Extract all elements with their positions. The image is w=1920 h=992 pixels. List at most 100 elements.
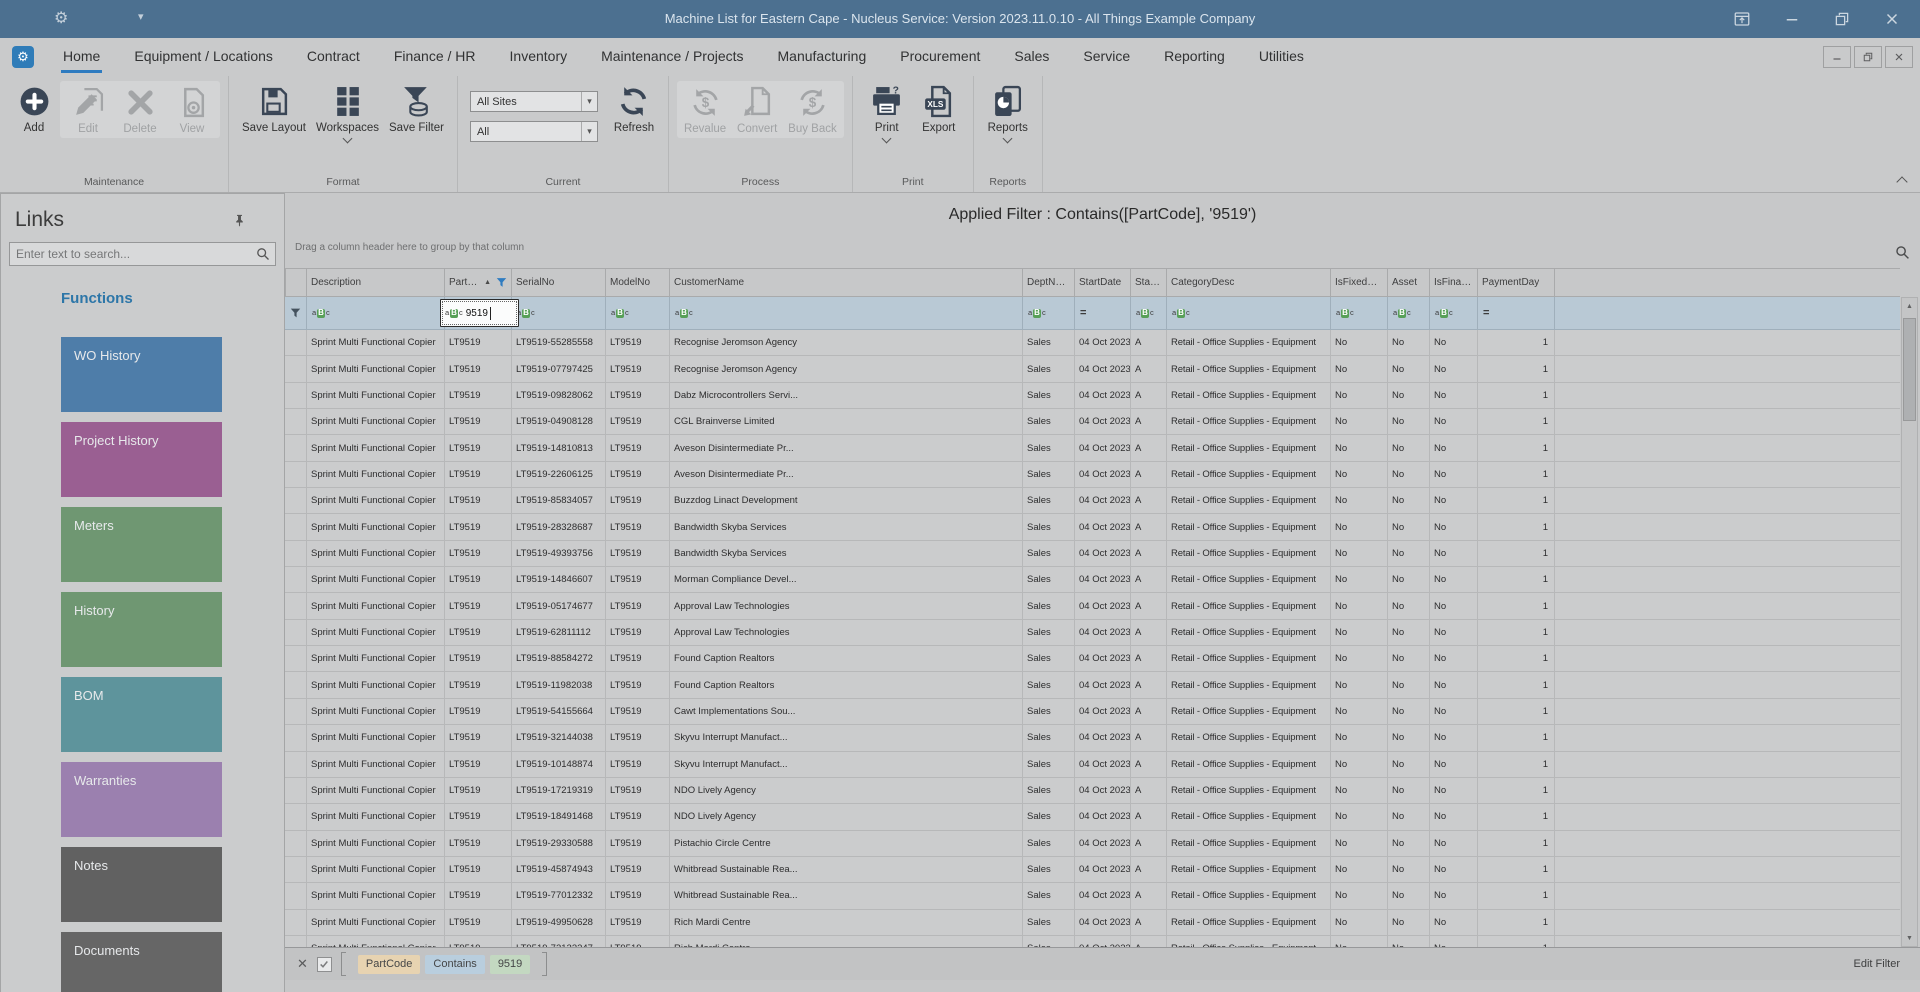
sidebar-link-bom[interactable]: BOM — [61, 677, 222, 752]
pin-icon[interactable] — [233, 214, 246, 232]
mdi-minimize-button[interactable] — [1823, 46, 1851, 68]
column-header-dept[interactable]: DeptName — [1023, 268, 1075, 297]
grid-row[interactable]: Sprint Multi Functional CopierLT9519LT95… — [285, 777, 1900, 805]
grid-row[interactable]: Sprint Multi Functional CopierLT9519LT95… — [285, 540, 1900, 568]
ribbon-button-convert[interactable]: Convert — [731, 82, 783, 137]
column-header-serial[interactable]: SerialNo — [512, 268, 606, 297]
grid-row[interactable]: Sprint Multi Functional CopierLT9519LT95… — [285, 435, 1900, 462]
grid-row[interactable]: Sprint Multi Functional CopierLT9519LT95… — [285, 804, 1900, 831]
sidebar-link-notes[interactable]: Notes — [61, 847, 222, 922]
tab-service[interactable]: Service — [1066, 38, 1147, 76]
filter-chip-9519[interactable]: 9519 — [489, 954, 531, 974]
ribbon-button-revalue[interactable]: $ Revalue — [679, 82, 731, 137]
restore-button[interactable] — [1832, 9, 1852, 29]
ribbon-button-edit[interactable]: Edit — [62, 82, 114, 137]
ribbon-button-save-filter[interactable]: Save Filter — [384, 81, 449, 136]
tab-maintenance-projects[interactable]: Maintenance / Projects — [584, 38, 760, 76]
column-header-model-no[interactable]: ModelNo — [606, 268, 670, 297]
grid-row[interactable]: Sprint Multi Functional CopierLT9519LT95… — [285, 935, 1900, 947]
filter-chip-partcode[interactable]: PartCode — [357, 954, 421, 974]
tab-inventory[interactable]: Inventory — [493, 38, 585, 76]
close-filter-icon[interactable]: ✕ — [297, 956, 308, 972]
grid-row[interactable]: Sprint Multi Functional CopierLT9519LT95… — [285, 461, 1900, 489]
filter-cell-category[interactable]: aBc — [1167, 297, 1331, 330]
filter-cell-serial[interactable]: aBc — [512, 297, 606, 330]
grid-row[interactable]: Sprint Multi Functional CopierLT9519LT95… — [285, 672, 1900, 699]
grid-row[interactable]: Sprint Multi Functional CopierLT9519LT95… — [285, 725, 1900, 752]
ribbon-button-reports[interactable]: Reports — [982, 81, 1034, 144]
dropdown-all[interactable]: All ▾ — [469, 121, 598, 142]
column-header-category[interactable]: CategoryDesc — [1167, 268, 1331, 297]
tab-reporting[interactable]: Reporting — [1147, 38, 1242, 76]
tab-contract[interactable]: Contract — [290, 38, 377, 76]
grid-row[interactable]: Sprint Multi Functional CopierLT9519LT95… — [285, 883, 1900, 910]
column-header-asset[interactable]: Asset — [1388, 268, 1430, 297]
ribbon-button-delete[interactable]: Delete — [114, 82, 166, 137]
collapse-ribbon-icon[interactable] — [1896, 176, 1908, 188]
scrollbar-thumb[interactable] — [1903, 318, 1916, 421]
tab-finance-hr[interactable]: Finance / HR — [377, 38, 493, 76]
search-icon[interactable] — [251, 247, 275, 261]
filter-cell-part-code[interactable]: aBc — [440, 297, 519, 330]
grid-row[interactable]: Sprint Multi Functional CopierLT9519LT95… — [285, 382, 1900, 410]
filter-cell-is-fixed-asset[interactable]: aBc — [1331, 297, 1388, 330]
filter-cell-status[interactable]: aBc — [1131, 297, 1167, 330]
filter-cell-asset[interactable]: aBc — [1388, 297, 1430, 330]
scroll-down-icon[interactable]: ▼ — [1902, 930, 1917, 946]
grid-row[interactable]: Sprint Multi Functional CopierLT9519LT95… — [285, 593, 1900, 620]
close-button[interactable] — [1882, 9, 1902, 29]
minimize-button[interactable] — [1782, 9, 1802, 29]
grid-row[interactable]: Sprint Multi Functional CopierLT9519LT95… — [285, 356, 1900, 383]
sidebar-link-history[interactable]: History — [61, 592, 222, 667]
ribbon-button-print[interactable]: ? Print — [861, 81, 913, 144]
sidebar-link-wo-history[interactable]: WO History — [61, 337, 222, 412]
grid-row[interactable]: Sprint Multi Functional CopierLT9519LT95… — [285, 830, 1900, 857]
vertical-scrollbar[interactable]: ▲ ▼ — [1901, 297, 1918, 947]
column-header-start-date[interactable]: StartDate — [1075, 268, 1131, 297]
filter-cell-customer[interactable]: aBc — [670, 297, 1023, 330]
ribbon-button-view[interactable]: View — [166, 82, 218, 137]
mdi-close-button[interactable] — [1885, 46, 1913, 68]
sidebar-link-meters[interactable]: Meters — [61, 507, 222, 582]
grid-row[interactable]: Sprint Multi Functional CopierLT9519LT95… — [285, 409, 1900, 436]
tab-sales[interactable]: Sales — [997, 38, 1066, 76]
column-header-part-code[interactable]: PartCo...▲ — [445, 268, 512, 297]
grid-row[interactable]: Sprint Multi Functional CopierLT9519LT95… — [285, 856, 1900, 884]
column-header-status[interactable]: Status — [1131, 268, 1167, 297]
column-header-is-fixed-asset[interactable]: IsFixedAsset — [1331, 268, 1388, 297]
column-header-payment-day[interactable]: PaymentDay — [1478, 268, 1555, 297]
ribbon-button-export[interactable]: XLS Export — [913, 81, 965, 136]
filter-cell-model-no[interactable]: aBc — [606, 297, 670, 330]
group-by-panel[interactable]: Drag a column header here to group by th… — [285, 232, 1920, 268]
grid-row[interactable]: Sprint Multi Functional CopierLT9519LT95… — [285, 567, 1900, 594]
filter-cell-payment-day[interactable]: = — [1478, 297, 1555, 330]
sidebar-link-warranties[interactable]: Warranties — [61, 762, 222, 837]
grid-row[interactable]: Sprint Multi Functional CopierLT9519LT95… — [285, 646, 1900, 673]
column-header-description[interactable]: Description — [307, 268, 445, 297]
grid-row[interactable]: Sprint Multi Functional CopierLT9519LT95… — [285, 330, 1900, 357]
ribbon-panel-toggle-icon[interactable] — [1732, 9, 1752, 29]
filter-cell-description[interactable]: aBc — [307, 297, 445, 330]
grid-search-icon[interactable] — [1895, 242, 1910, 274]
dropdown-all-sites[interactable]: All Sites ▾ — [469, 91, 598, 112]
column-header-customer[interactable]: CustomerName — [670, 268, 1023, 297]
scroll-up-icon[interactable]: ▲ — [1902, 298, 1917, 314]
ribbon-button-save-layout[interactable]: Save Layout — [237, 81, 311, 136]
edit-filter-button[interactable]: Edit Filter — [1854, 958, 1900, 970]
column-filter-icon[interactable] — [496, 277, 507, 288]
mdi-restore-button[interactable] — [1854, 46, 1882, 68]
ribbon-button-refresh[interactable]: Refresh — [608, 81, 660, 136]
sidebar-link-documents[interactable]: Documents — [61, 932, 222, 992]
grid-row[interactable]: Sprint Multi Functional CopierLT9519LT95… — [285, 619, 1900, 647]
search-input[interactable] — [10, 247, 251, 261]
filter-enabled-checkbox[interactable] — [316, 956, 332, 972]
scrollbar-track[interactable] — [1902, 314, 1917, 930]
filter-cell-dept[interactable]: aBc — [1023, 297, 1075, 330]
partcode-filter-input[interactable] — [462, 307, 490, 319]
filter-cell-is-financed[interactable]: aBc — [1430, 297, 1478, 330]
tab-manufacturing[interactable]: Manufacturing — [761, 38, 884, 76]
tab-utilities[interactable]: Utilities — [1242, 38, 1321, 76]
grid-row[interactable]: Sprint Multi Functional CopierLT9519LT95… — [285, 751, 1900, 778]
ribbon-button-buy-back[interactable]: $ Buy Back — [783, 82, 842, 137]
partcode-filter-editor[interactable]: aBc — [440, 299, 519, 327]
